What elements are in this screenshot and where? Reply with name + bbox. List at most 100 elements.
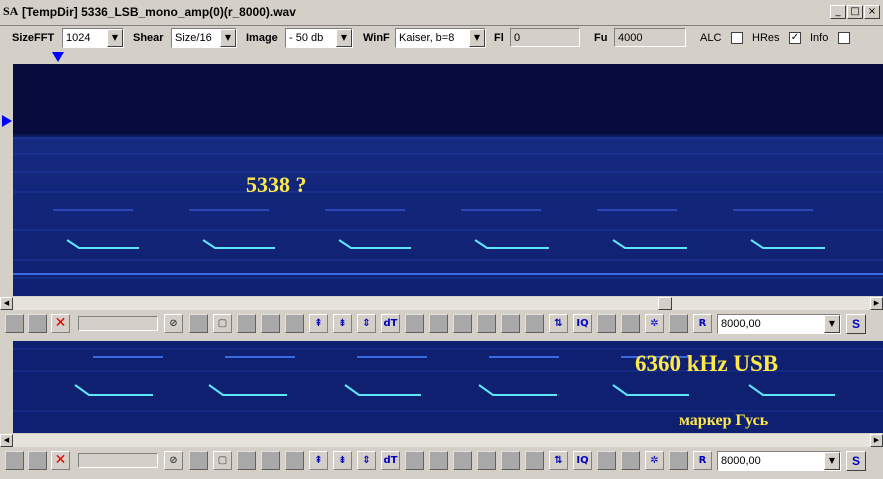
tool-f-icon[interactable] xyxy=(453,451,472,470)
tool-b-icon[interactable] xyxy=(261,314,280,333)
stop-icon[interactable]: ⊘ xyxy=(164,451,183,470)
fit-icon[interactable]: ⇕ xyxy=(357,451,376,470)
iq-button[interactable]: IQ xyxy=(573,314,592,333)
record-icon[interactable] xyxy=(5,451,24,470)
fu-field[interactable]: 4000 xyxy=(614,28,686,47)
maximize-button[interactable]: □ xyxy=(847,5,863,19)
chevron-down-icon[interactable]: ▼ xyxy=(336,29,352,47)
tool-h-icon[interactable] xyxy=(501,451,520,470)
chevron-down-icon[interactable]: ▼ xyxy=(824,452,840,470)
alc-checkbox[interactable] xyxy=(731,32,743,44)
sizefft-select[interactable]: 1024 ▼ xyxy=(62,28,124,48)
alc-label: ALC xyxy=(700,32,722,44)
tool-c-icon[interactable] xyxy=(285,451,304,470)
zoom-in-icon[interactable]: ⇞ xyxy=(309,314,328,333)
fit-icon[interactable]: ⇕ xyxy=(357,314,376,333)
tool-l-icon[interactable] xyxy=(669,314,688,333)
tool-k-icon[interactable] xyxy=(621,451,640,470)
scroll-right-icon[interactable]: ▶ xyxy=(870,434,883,447)
app-icon: SA xyxy=(3,4,19,18)
tool-i-icon[interactable] xyxy=(525,451,544,470)
tool-e-icon[interactable] xyxy=(429,314,448,333)
winf-select[interactable]: Kaiser, b=8 ▼ xyxy=(395,28,486,48)
zoom-out-icon[interactable]: ⇟ xyxy=(333,451,352,470)
annotation-frequency-usb: 6360 kHz USB xyxy=(635,351,779,376)
bottom-button-bar: ✕ ⊘ ▢ ⇞ ⇟ ⇕ dT ⇅ IQ ✲ R 8000,00 ▼ S xyxy=(0,447,883,479)
dt-button[interactable]: dT xyxy=(381,314,400,333)
info-checkbox[interactable] xyxy=(838,32,850,44)
winf-label: WinF xyxy=(363,32,390,44)
frequency-select-top[interactable]: 8000,00 ▼ xyxy=(717,314,841,334)
swap-icon[interactable]: ⇅ xyxy=(549,314,568,333)
tool-i-icon[interactable] xyxy=(525,314,544,333)
copy-icon[interactable] xyxy=(28,314,47,333)
zoom-out-icon[interactable]: ⇟ xyxy=(333,314,352,333)
tool-a-icon[interactable] xyxy=(237,451,256,470)
fl-field[interactable]: 0 xyxy=(510,28,580,47)
minimize-button[interactable]: _ xyxy=(830,5,846,19)
info-label: Info xyxy=(810,32,829,44)
fu-label: Fu xyxy=(594,32,608,44)
tool-d-icon[interactable] xyxy=(405,451,424,470)
tool-h-icon[interactable] xyxy=(501,314,520,333)
chevron-down-icon[interactable]: ▼ xyxy=(220,29,236,47)
close-button[interactable]: × xyxy=(864,5,880,19)
top-button-bar: ✕ ⊘ ▢ ⇞ ⇟ ⇕ dT ⇅ IQ ✲ R 8000,00 ▼ S xyxy=(0,310,883,338)
scroll-left-icon[interactable]: ◀ xyxy=(0,434,13,447)
copy-icon[interactable] xyxy=(28,451,47,470)
chevron-down-icon[interactable]: ▼ xyxy=(107,29,123,47)
tool-l-icon[interactable] xyxy=(669,451,688,470)
scroll-left-icon[interactable]: ◀ xyxy=(0,297,13,310)
s-button[interactable]: S xyxy=(846,451,866,471)
bottom-horizontal-scrollbar[interactable]: ◀ ▶ xyxy=(0,434,883,447)
tool-j-icon[interactable] xyxy=(597,314,616,333)
top-horizontal-scrollbar[interactable]: ◀ ▶ xyxy=(0,297,883,310)
tool-e-icon[interactable] xyxy=(429,451,448,470)
s-button[interactable]: S xyxy=(846,314,866,334)
frequency-select-bottom[interactable]: 8000,00 ▼ xyxy=(717,451,841,471)
record-icon[interactable] xyxy=(5,314,24,333)
tool-b-icon[interactable] xyxy=(261,451,280,470)
tool-k-icon[interactable] xyxy=(621,314,640,333)
chevron-down-icon[interactable]: ▼ xyxy=(469,29,485,47)
mark-left-icon[interactable] xyxy=(189,451,208,470)
time-marker-icon[interactable] xyxy=(52,52,64,62)
tool-j-icon[interactable] xyxy=(597,451,616,470)
refresh-icon[interactable]: ✲ xyxy=(645,451,664,470)
image-select[interactable]: - 50 db ▼ xyxy=(285,28,353,48)
shear-select[interactable]: Size/16 ▼ xyxy=(171,28,237,48)
frequency-marker-icon[interactable] xyxy=(2,115,12,127)
swap-icon[interactable]: ⇅ xyxy=(549,451,568,470)
tool-g-icon[interactable] xyxy=(477,314,496,333)
scroll-right-icon[interactable]: ▶ xyxy=(870,297,883,310)
dt-button[interactable]: dT xyxy=(381,451,400,470)
tool-c-icon[interactable] xyxy=(285,314,304,333)
iq-button[interactable]: IQ xyxy=(573,451,592,470)
frame-icon[interactable]: ▢ xyxy=(213,314,232,333)
scroll-thumb[interactable] xyxy=(658,297,672,310)
progress-slot xyxy=(78,316,158,331)
tool-f-icon[interactable] xyxy=(453,314,472,333)
spectrogram-bottom[interactable]: 6360 kHz USB маркер Гусь xyxy=(13,341,883,433)
refresh-icon[interactable]: ✲ xyxy=(645,314,664,333)
spectrogram-top[interactable]: 5338 ? xyxy=(13,64,883,296)
stop-icon[interactable]: ⊘ xyxy=(164,314,183,333)
frame-icon[interactable]: ▢ xyxy=(213,451,232,470)
zoom-in-icon[interactable]: ⇞ xyxy=(309,451,328,470)
settings-toolbar: SizeFFT 1024 ▼ Shear Size/16 ▼ Image - 5… xyxy=(0,26,883,50)
r-button[interactable]: R xyxy=(693,314,712,333)
progress-slot xyxy=(78,453,158,468)
mark-left-icon[interactable] xyxy=(189,314,208,333)
tool-g-icon[interactable] xyxy=(477,451,496,470)
annotation-marker: маркер Гусь xyxy=(679,412,769,429)
delete-icon[interactable]: ✕ xyxy=(51,451,70,470)
window-title: [TempDir] 5336_LSB_mono_amp(0)(r_8000).w… xyxy=(22,5,296,19)
tool-a-icon[interactable] xyxy=(237,314,256,333)
chevron-down-icon[interactable]: ▼ xyxy=(824,315,840,333)
fl-label: Fl xyxy=(494,32,504,44)
tool-d-icon[interactable] xyxy=(405,314,424,333)
delete-icon[interactable]: ✕ xyxy=(51,314,70,333)
image-label: Image xyxy=(246,32,278,44)
hres-checkbox[interactable]: ✓ xyxy=(789,32,801,44)
r-button[interactable]: R xyxy=(693,451,712,470)
